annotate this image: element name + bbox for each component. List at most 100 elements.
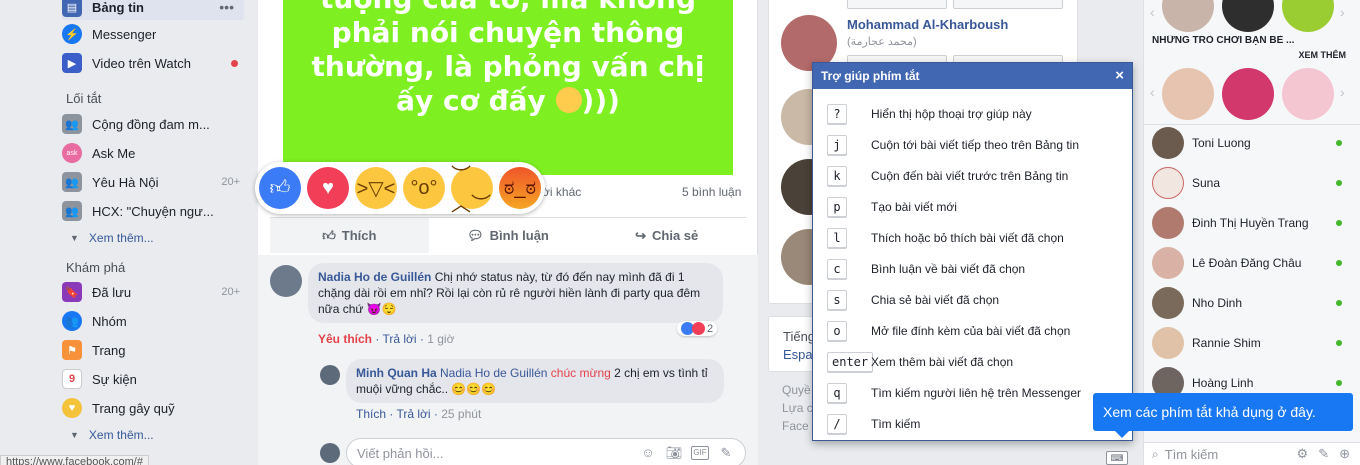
group-icon: 👥: [62, 114, 82, 134]
like-label: Thích: [341, 228, 377, 243]
footer-link[interactable]: Face: [782, 419, 809, 433]
game-thumbnail[interactable]: [1282, 0, 1334, 32]
group-chat-icon[interactable]: ⊕: [1339, 446, 1350, 462]
chat-contact[interactable]: Nho Dinh: [1152, 285, 1352, 321]
shortcut-row: k Cuộn đến bài viết trước trên Bảng tin: [827, 165, 1068, 187]
chevron-right-icon[interactable]: ›: [1340, 84, 1345, 100]
shortcuts-heading: Lối tắt: [66, 91, 102, 106]
shortcut-item[interactable]: 👥 HCX: "Chuyện ngư...: [62, 198, 252, 224]
avatar[interactable]: [270, 265, 302, 297]
see-more-explore[interactable]: ▼ Xem thêm...: [70, 428, 154, 442]
comment-reply-link[interactable]: Trả lời: [396, 407, 430, 421]
friend-suggestion-name[interactable]: Mohammad Al-Kharboush: [847, 17, 1008, 32]
game-thumbnail[interactable]: [1222, 68, 1274, 120]
comment-button[interactable]: 💬︎ Bình luận: [429, 218, 588, 253]
add-friend-button[interactable]: [847, 0, 947, 9]
like-reaction-button[interactable]: 👍︎: [259, 167, 301, 209]
shortcut-item[interactable]: 👥 Yêu Hà Nội 20+: [62, 169, 252, 195]
explore-label: Trang: [92, 342, 126, 358]
footer-link[interactable]: Lựa c: [782, 401, 813, 415]
nav-item-messenger[interactable]: ⚡ Messenger: [62, 21, 252, 47]
chat-contact[interactable]: Rannie Shim: [1152, 325, 1352, 361]
chevron-left-icon[interactable]: ‹: [1150, 4, 1155, 20]
game-thumbnail[interactable]: [1222, 0, 1274, 32]
camera-icon[interactable]: 📷︎: [665, 444, 683, 462]
gif-icon[interactable]: GIF: [691, 446, 709, 460]
nav-item-label: Messenger: [92, 26, 157, 42]
love-reaction-button[interactable]: ♥: [307, 167, 349, 209]
explore-item-fundraisers[interactable]: ♥ Trang gây quỹ: [62, 395, 252, 421]
like-button[interactable]: 👍︎ Thích: [270, 218, 429, 253]
comment-love-link[interactable]: Yêu thích: [318, 332, 372, 346]
comment-count[interactable]: 5 bình luận: [682, 185, 741, 205]
more-options-icon[interactable]: •••: [219, 0, 234, 15]
wow-reaction-button[interactable]: °o°: [403, 167, 445, 209]
shortcut-item[interactable]: ask Ask Me: [62, 140, 252, 166]
emoji-icon[interactable]: ☺: [639, 444, 657, 462]
reply-input[interactable]: Viết phản hồi... ☺ 📷︎ GIF ✎: [346, 438, 746, 465]
explore-count: 20+: [221, 286, 240, 298]
chat-contact[interactable]: Đinh Thị Huyền Trang: [1152, 205, 1352, 241]
comment-meta: Thích · Trả lời · 25 phút: [356, 407, 482, 421]
comment-mention[interactable]: Nadia Ho de Guillén: [440, 366, 547, 380]
shortcut-row: enter Xem thêm bài viết đã chọn: [827, 351, 1013, 373]
remove-button[interactable]: [953, 0, 1063, 9]
chat-contact[interactable]: Lê Đoàn Đăng Châu: [1152, 245, 1352, 281]
comment-author[interactable]: Minh Quan Ha: [356, 366, 437, 380]
online-status-dot: [1336, 260, 1342, 266]
chevron-right-icon[interactable]: ›: [1340, 4, 1345, 20]
comment-time[interactable]: 25 phút: [441, 407, 481, 421]
chat-search-input[interactable]: Tìm kiếm: [1165, 447, 1297, 462]
chat-contact[interactable]: Toni Luong: [1152, 125, 1352, 161]
groups-icon: 👥: [62, 311, 82, 331]
comment-author[interactable]: Nadia Ho de Guillén: [318, 270, 431, 284]
see-more-label: Xem thêm...: [88, 428, 154, 442]
explore-item-events[interactable]: 9 Sự kiện: [62, 366, 252, 392]
nav-item-news-feed[interactable]: ▤ Bảng tin •••: [62, 0, 244, 20]
comment-reply-link[interactable]: Trả lời: [382, 332, 416, 346]
comment-meta: Yêu thích · Trả lời · 1 giờ: [318, 332, 455, 346]
comment-like-link[interactable]: Thích: [356, 407, 386, 421]
comment-time[interactable]: 1 giờ: [427, 332, 454, 346]
chevron-down-icon: ▼: [70, 233, 79, 243]
shortcut-description: Hiển thị hộp thoại trợ giúp này: [871, 107, 1032, 121]
game-thumbnail[interactable]: [1162, 0, 1214, 32]
shortcut-item[interactable]: 👥 Cộng đồng đam m...: [62, 111, 252, 137]
dialog-header: Trợ giúp phím tắt ×: [813, 63, 1132, 89]
ask-me-icon: ask: [62, 143, 82, 163]
close-icon[interactable]: ×: [1115, 67, 1124, 85]
language-option[interactable]: Espa: [783, 347, 813, 362]
avatar: [1152, 167, 1184, 199]
love-reaction-icon: [692, 322, 705, 335]
share-button[interactable]: ↪ Chia sẻ: [587, 218, 746, 253]
sticker-icon[interactable]: ✎: [717, 444, 735, 462]
haha-reaction-button[interactable]: >▽<: [355, 167, 397, 209]
shortcut-row: o Mở file đính kèm của bài viết đã chọn: [827, 320, 1070, 342]
avatar: [1152, 327, 1184, 359]
online-status-dot: [1336, 140, 1342, 146]
game-thumbnail[interactable]: [1282, 68, 1334, 120]
shortcut-label: Ask Me: [92, 145, 136, 161]
gear-icon[interactable]: ⚙: [1297, 446, 1309, 462]
language-current: Tiếng: [783, 329, 816, 344]
compose-icon[interactable]: ✎: [1318, 446, 1329, 462]
chevron-down-icon: ▼: [70, 430, 79, 440]
sad-reaction-button[interactable]: ︶︿︶: [451, 165, 493, 216]
explore-item-saved[interactable]: 🔖 Đã lưu 20+: [62, 279, 252, 305]
explore-item-pages[interactable]: ⚑ Trang: [62, 337, 252, 363]
see-more-shortcuts[interactable]: ▼ Xem thêm...: [70, 231, 154, 245]
footer-link[interactable]: Quyề: [782, 383, 811, 397]
chevron-left-icon[interactable]: ‹: [1150, 84, 1155, 100]
chat-contact[interactable]: Suna: [1152, 165, 1352, 201]
explore-item-groups[interactable]: 👥 Nhóm: [62, 308, 252, 334]
group-icon: 👥: [62, 201, 82, 221]
nav-item-watch[interactable]: ▶ Video trên Watch: [62, 50, 252, 76]
games-see-more[interactable]: XEM THÊM: [1298, 50, 1346, 60]
comment-reaction-count[interactable]: 2: [677, 321, 718, 336]
post-action-bar: 👍︎ Thích 💬︎ Bình luận ↪ Chia sẻ: [270, 217, 746, 253]
shortcut-row: c Bình luận về bài viết đã chọn: [827, 258, 1025, 280]
keyboard-icon[interactable]: ⌨: [1106, 451, 1128, 465]
angry-reaction-button[interactable]: ಠ_ಠ: [499, 167, 541, 209]
game-thumbnail[interactable]: [1162, 68, 1214, 120]
avatar[interactable]: [320, 365, 340, 385]
